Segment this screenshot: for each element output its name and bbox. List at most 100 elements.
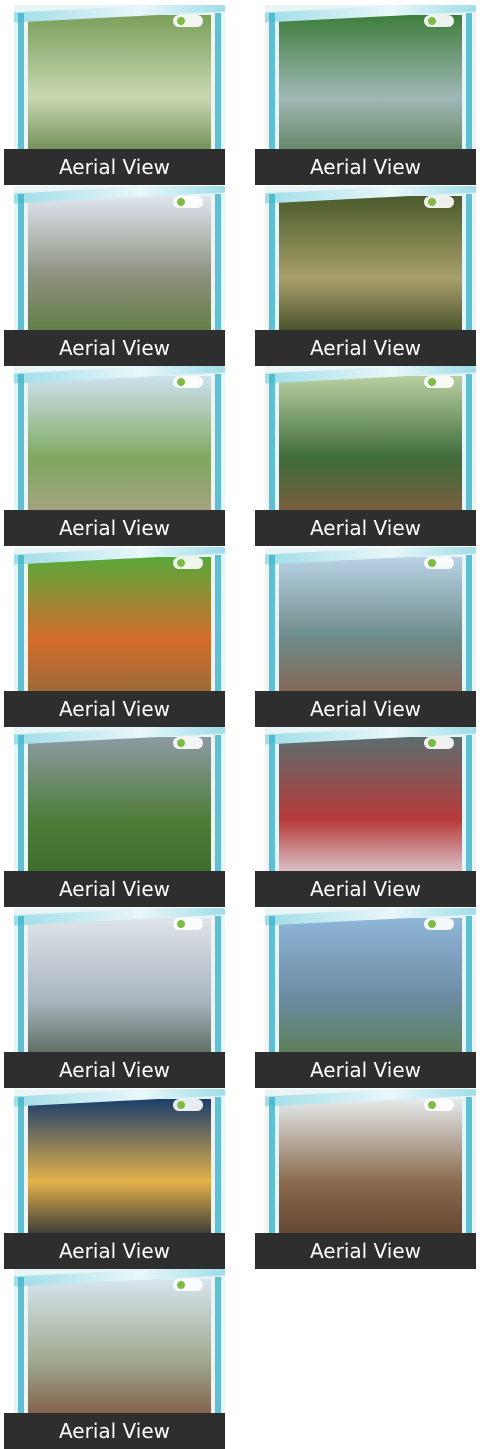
frame-edge-left	[18, 374, 24, 527]
frame-edge-left	[18, 13, 24, 165]
gallery-item[interactable]: Aerial View	[255, 1088, 476, 1269]
gallery-item[interactable]: Aerial View	[4, 185, 225, 366]
photo-green-hills	[28, 737, 211, 888]
brand-logo-icon	[173, 1279, 203, 1292]
frame-edge-right	[215, 554, 221, 707]
frame-edge-right	[466, 13, 472, 165]
photo-open-land-hills	[279, 556, 462, 707]
image-caption: Aerial View	[4, 1232, 225, 1269]
gallery-image[interactable]	[14, 5, 225, 165]
gallery-item[interactable]: Aerial View	[4, 1088, 225, 1269]
brand-logo-icon	[173, 556, 203, 569]
frame-edge-left	[269, 13, 275, 165]
photo-farmers-field	[279, 376, 462, 527]
brand-logo-icon	[424, 376, 454, 389]
gallery-image[interactable]	[14, 366, 225, 527]
brand-logo-icon	[424, 556, 454, 569]
frame-edge-left	[18, 916, 24, 1068]
frame-edge-right	[215, 1096, 221, 1249]
brand-logo-icon	[173, 918, 203, 930]
gallery-item[interactable]: Aerial View	[4, 546, 225, 727]
gallery-image[interactable]	[265, 1088, 476, 1249]
gallery-item[interactable]: Aerial View	[4, 1269, 225, 1449]
photo-tree-excavator	[279, 1098, 462, 1249]
brand-logo-icon	[424, 1098, 454, 1111]
frame-edge-right	[215, 735, 221, 888]
photo-forest-sunset	[279, 195, 462, 346]
frame-edge-right	[466, 554, 472, 707]
gallery-item[interactable]: Aerial View	[255, 185, 476, 366]
frame-edge-right	[215, 916, 221, 1068]
gallery-item[interactable]: Aerial View	[4, 366, 225, 547]
gallery-image[interactable]	[14, 727, 225, 888]
frame-edge-right	[215, 193, 221, 346]
gallery-image[interactable]	[14, 546, 225, 707]
brand-logo-icon	[424, 737, 454, 750]
image-caption: Aerial View	[255, 1232, 476, 1269]
gallery-item[interactable]: Aerial View	[255, 366, 476, 547]
gallery-item[interactable]: Aerial View	[255, 546, 476, 727]
photo-cloudy-mountains	[28, 918, 211, 1068]
frame-edge-left	[18, 735, 24, 888]
gallery-item[interactable]: Aerial View	[4, 5, 225, 185]
brand-logo-icon	[173, 15, 203, 27]
gallery-image[interactable]	[265, 5, 476, 165]
photo-family-garden	[28, 15, 211, 165]
image-caption: Aerial View	[4, 1052, 225, 1088]
gallery-image[interactable]	[265, 727, 476, 888]
photo-rock-cliff	[28, 195, 211, 346]
photo-blue-sky-land	[279, 918, 462, 1068]
image-caption: Aerial View	[255, 690, 476, 727]
gallery-item[interactable]: Aerial View	[4, 727, 225, 908]
frame-edge-right	[466, 193, 472, 346]
image-caption: Aerial View	[4, 329, 225, 366]
brand-logo-icon	[173, 737, 203, 750]
photo-country-road	[28, 376, 211, 527]
photo-vegetable-crate	[28, 556, 211, 707]
gallery-item[interactable]: Aerial View	[255, 727, 476, 908]
frame-edge-left	[18, 193, 24, 346]
gallery-image[interactable]	[14, 1269, 225, 1430]
image-caption: Aerial View	[4, 690, 225, 727]
gallery-image[interactable]	[14, 1088, 225, 1249]
frame-edge-right	[215, 374, 221, 527]
gallery-image[interactable]	[265, 546, 476, 707]
frame-edge-left	[18, 554, 24, 707]
image-caption: Aerial View	[255, 329, 476, 366]
image-caption: Aerial View	[4, 149, 225, 185]
gallery-image[interactable]	[14, 185, 225, 346]
image-caption: Aerial View	[255, 871, 476, 908]
frame-edge-right	[466, 1096, 472, 1249]
photo-sold-out-cake	[279, 737, 462, 888]
gallery-image[interactable]	[14, 908, 225, 1068]
image-caption: Aerial View	[4, 1413, 225, 1449]
gallery-image[interactable]	[265, 366, 476, 527]
frame-edge-left	[269, 193, 275, 346]
gallery-item[interactable]: Aerial View	[255, 908, 476, 1088]
gallery-item[interactable]: Aerial View	[4, 908, 225, 1088]
brand-logo-icon	[173, 1098, 203, 1111]
brand-logo-icon	[173, 195, 203, 208]
frame-edge-right	[466, 735, 472, 888]
frame-edge-right	[466, 916, 472, 1068]
frame-edge-left	[269, 916, 275, 1068]
photo-night-bridge	[28, 1098, 211, 1249]
image-caption: Aerial View	[255, 149, 476, 185]
frame-edge-left	[18, 1096, 24, 1249]
brand-logo-icon	[173, 376, 203, 389]
photo-fenced-plot	[28, 1279, 211, 1430]
gallery-image[interactable]	[265, 185, 476, 346]
frame-edge-right	[466, 374, 472, 527]
image-caption: Aerial View	[255, 510, 476, 547]
photo-highway-interchange	[279, 15, 462, 165]
frame-edge-right	[215, 13, 221, 165]
frame-edge-right	[215, 1277, 221, 1430]
gallery-item[interactable]: Aerial View	[255, 5, 476, 185]
image-caption: Aerial View	[255, 1052, 476, 1088]
frame-edge-left	[269, 1096, 275, 1249]
frame-edge-left	[269, 374, 275, 527]
image-caption: Aerial View	[4, 510, 225, 547]
gallery-image[interactable]	[265, 908, 476, 1068]
brand-logo-icon	[424, 195, 454, 208]
frame-edge-left	[269, 554, 275, 707]
